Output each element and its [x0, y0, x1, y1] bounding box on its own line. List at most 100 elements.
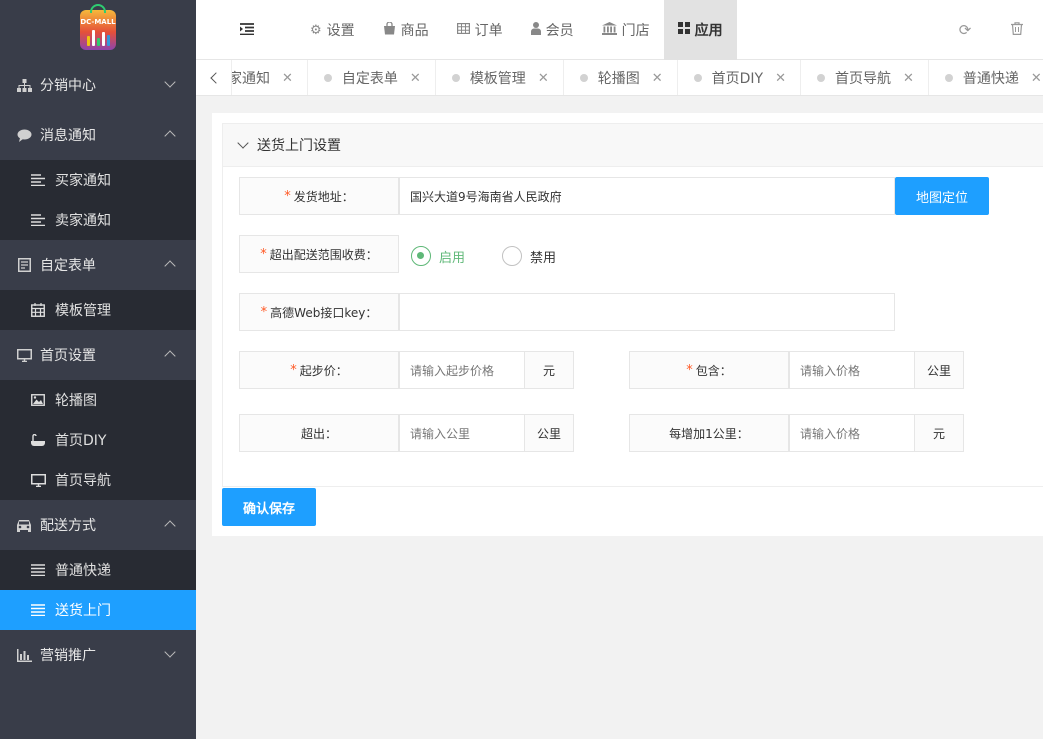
sidebar-group-label: 分销中心	[40, 78, 96, 94]
sidebar-group-marketing[interactable]: 营销推广	[0, 630, 196, 680]
sidebar-item-carousel[interactable]: 轮播图	[0, 380, 196, 420]
close-icon[interactable]: ✕	[410, 71, 421, 86]
tab-dot-icon	[579, 74, 588, 82]
amap-key-input[interactable]	[399, 293, 895, 331]
tab-seller-notice[interactable]: 家通知 ✕	[228, 60, 308, 95]
sidebar-item-home-nav[interactable]: 首页导航	[0, 460, 196, 500]
per-km-label-text: 每增加1公里：	[669, 426, 749, 441]
sidebar-group-custom-form[interactable]: 自定表单	[0, 240, 196, 290]
user-icon	[530, 21, 541, 39]
close-icon[interactable]: ✕	[1031, 71, 1042, 86]
overrange-fee-label: * 超出配送范围收费：	[239, 235, 399, 273]
radio-enable[interactable]: 启用	[411, 246, 465, 266]
radio-unchecked-icon	[502, 246, 522, 266]
sidebar-item-home-delivery[interactable]: 送货上门	[0, 590, 196, 630]
exceed-label-text: 超出：	[300, 426, 337, 441]
sidebar-group-delivery[interactable]: 配送方式	[0, 500, 196, 550]
tab-carousel[interactable]: 轮播图 ✕	[564, 60, 678, 95]
tab-express[interactable]: 普通快递 ✕	[929, 60, 1043, 95]
chevron-left-icon	[209, 72, 222, 84]
tab-home-nav[interactable]: 首页导航 ✕	[801, 60, 929, 95]
cogs-icon: ⚙	[310, 22, 322, 38]
sidebar-group-label: 营销推广	[40, 648, 96, 664]
car-icon	[16, 517, 32, 533]
per-km-label: 每增加1公里：	[629, 414, 789, 452]
close-icon[interactable]: ✕	[903, 71, 914, 86]
address-input[interactable]: 国兴大道9号海南省人民政府	[399, 177, 895, 215]
table-icon	[456, 22, 470, 38]
sidebar-item-seller-notice[interactable]: 卖家通知	[0, 200, 196, 240]
tab-scroll-left-button[interactable]	[196, 60, 232, 95]
required-mark: *	[284, 188, 291, 204]
comment-icon	[16, 127, 32, 143]
list-icon	[30, 563, 46, 577]
per-km-input[interactable]: 请输入价格	[789, 414, 915, 452]
monitor-icon	[30, 473, 46, 487]
radio-disable[interactable]: 禁用	[502, 246, 556, 266]
panel-header[interactable]: 送货上门设置	[222, 123, 1043, 167]
tab-label: 轮播图	[597, 71, 640, 87]
tab-label: 首页DIY	[711, 71, 764, 87]
tab-template-manage[interactable]: 模板管理 ✕	[436, 60, 564, 95]
tab-custom-form[interactable]: 自定表单 ✕	[308, 60, 436, 95]
tab-dot-icon	[323, 74, 332, 82]
logo-text: DC-MALL	[80, 18, 116, 26]
monitor-icon	[16, 347, 32, 363]
tab-label: 自定表单	[341, 71, 398, 87]
top-header: ⚙ 设置 商品 订单 会员 门店 应用 ⟳	[196, 0, 1043, 60]
radio-label: 禁用	[530, 250, 557, 266]
sidebar-item-label: 普通快递	[55, 563, 111, 579]
top-nav-members[interactable]: 会员	[517, 0, 588, 60]
refresh-icon[interactable]: ⟳	[939, 21, 991, 39]
sidebar-group-notifications[interactable]: 消息通知	[0, 110, 196, 160]
settings-panel: 送货上门设置 * 发货地址： 国兴大道9号海南省人民政府 地图定位 * 超出配送…	[212, 113, 1043, 536]
close-icon[interactable]: ✕	[652, 71, 663, 86]
amap-key-label-text: 高德Web接口key：	[270, 305, 378, 320]
sidebar-item-home-diy[interactable]: 首页DIY	[0, 420, 196, 460]
sidebar-item-express[interactable]: 普通快递	[0, 550, 196, 590]
close-icon[interactable]: ✕	[775, 71, 786, 86]
include-input[interactable]: 请输入价格	[789, 351, 915, 389]
required-mark: *	[260, 246, 267, 262]
address-label-text: 发货地址：	[293, 189, 354, 204]
map-locate-button[interactable]: 地图定位	[895, 177, 989, 215]
radio-label: 启用	[439, 250, 466, 266]
shopping-bag-icon	[383, 20, 396, 39]
top-nav-stores[interactable]: 门店	[588, 0, 664, 60]
chevron-up-icon	[164, 350, 176, 362]
sidebar-item-template-manage[interactable]: 模板管理	[0, 290, 196, 330]
exceed-label: 超出：	[239, 414, 399, 452]
sidebar-item-label: 首页导航	[55, 473, 111, 489]
tab-home-diy[interactable]: 首页DIY ✕	[678, 60, 801, 95]
logo[interactable]: DC-MALL	[0, 0, 196, 60]
close-icon[interactable]: ✕	[282, 71, 293, 86]
sidebar-group-label: 配送方式	[40, 518, 96, 534]
bar-chart-icon	[16, 647, 32, 663]
exceed-input[interactable]: 请输入公里	[399, 414, 525, 452]
bank-icon	[601, 21, 617, 39]
top-nav-apps[interactable]: 应用	[663, 0, 737, 60]
sidebar-group-home-settings[interactable]: 首页设置	[0, 330, 196, 380]
sidebar-item-buyer-notice[interactable]: 买家通知	[0, 160, 196, 200]
address-label: * 发货地址：	[239, 177, 399, 215]
panel-title: 送货上门设置	[257, 138, 341, 154]
top-nav-orders[interactable]: 订单	[443, 0, 517, 60]
confirm-save-button[interactable]: 确认保存	[222, 488, 316, 526]
sidebar: DC-MALL 分销中心 消息通知 买家通知 卖家通知 自定表单 模板管理 首页…	[0, 0, 196, 739]
start-price-unit: 元	[524, 351, 574, 389]
start-price-input[interactable]: 请输入起步价格	[399, 351, 525, 389]
sidebar-group-distribution[interactable]: 分销中心	[0, 60, 196, 110]
required-mark: *	[290, 362, 297, 378]
align-left-icon	[30, 213, 46, 227]
include-label-text: 包含：	[695, 363, 732, 378]
tab-list: 家通知 ✕ 自定表单 ✕ 模板管理 ✕ 轮播图 ✕ 首页DIY ✕ 首页导航 ✕	[228, 60, 1043, 95]
bath-icon	[30, 433, 46, 447]
menu-toggle-icon[interactable]	[240, 23, 254, 37]
top-nav-goods[interactable]: 商品	[369, 0, 443, 60]
chevron-up-icon	[164, 520, 176, 532]
trash-icon[interactable]	[991, 21, 1043, 39]
close-icon[interactable]: ✕	[538, 71, 549, 86]
top-nav-settings[interactable]: ⚙ 设置	[296, 0, 369, 60]
tab-label: 首页导航	[835, 71, 891, 87]
include-label: * 包含：	[629, 351, 789, 389]
